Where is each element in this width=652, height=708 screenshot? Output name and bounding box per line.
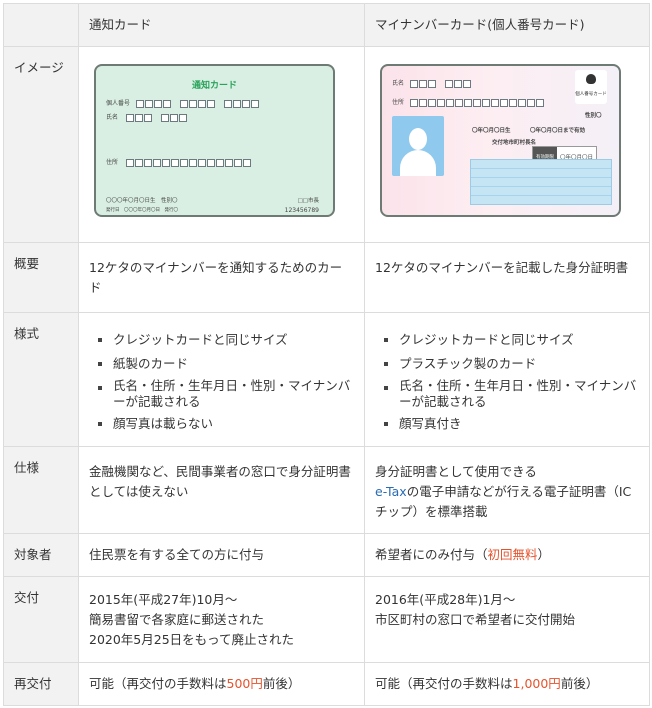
format-notice-list: クレジットカードと同じサイズ 紙製のカード 氏名・住所・生年月日・性別・マイナン… [89, 330, 354, 434]
card-signature-area [470, 159, 612, 205]
card-mascot-icon: 個人番号カード [575, 70, 607, 104]
reissue-notice-post: 前後） [262, 676, 301, 691]
target-notice: 住民票を有する全ての方に付与 [78, 533, 365, 577]
reissue-notice-pre: 可能（再交付の手数料は [89, 676, 227, 691]
spec-notice: 金融機関など、民間事業者の窓口で身分証明書としては使えない [78, 446, 365, 534]
my-name-row: 氏名 [392, 74, 472, 94]
issue-mynumber-line: 市区町村の窓口で希望者に交付開始 [375, 612, 576, 627]
reissue-notice: 可能（再交付の手数料は500円前後） [78, 662, 365, 706]
format-row: 様式 クレジットカードと同じサイズ 紙製のカード 氏名・住所・生年月日・性別・マ… [3, 312, 650, 447]
my-name-label: 氏名 [392, 80, 405, 87]
etax-link[interactable]: e-Tax [375, 484, 407, 499]
my-address-label: 住所 [392, 99, 405, 106]
card-badge: 個人番号カード [575, 92, 607, 97]
reissue-mynumber-post: 前後） [560, 676, 599, 691]
reissue-notice-fee: 500円 [226, 676, 263, 691]
free-note: 初回無料 [487, 547, 538, 562]
row-label-spec: 仕様 [3, 446, 79, 534]
spec-rest: の電子申請などが行える電子証明書（ICチップ）を標準搭載 [375, 484, 632, 519]
notice-card-title: 通知カード [191, 81, 237, 91]
issue-mynumber-line: 2016年(平成28年)1月～ [375, 592, 516, 607]
spec-row: 仕様 金融機関など、民間事業者の窓口で身分証明書としては使えない 身分証明書とし… [3, 446, 650, 534]
header-notice-card: 通知カード [78, 3, 365, 47]
row-label-reissue: 再交付 [3, 662, 79, 706]
row-label-issue: 交付 [3, 576, 79, 663]
list-item: 顔写真は載らない [97, 414, 354, 434]
issue-notice: 2015年(平成27年)10月～ 簡易書留で各家庭に郵送された 2020年5月2… [78, 576, 365, 663]
notice-card-image-cell: 通知カード 個人番号 氏名 住所 〇〇〇年〇月〇日生 性別〇 発行日 〇〇〇年〇… [78, 46, 365, 243]
address-label: 住所 [106, 159, 119, 166]
reissue-mynumber: 可能（再交付の手数料は1,000円前後） [364, 662, 650, 706]
list-item: 氏名・住所・生年月日・性別・マイナンバーが記載される [383, 378, 639, 410]
list-item: クレジットカードと同じサイズ [97, 330, 354, 350]
issue-notice-line: 2015年(平成27年)10月～ [89, 592, 238, 607]
spec-line1: 身分証明書として使用できる [375, 464, 537, 479]
list-item: プラスチック製のカード [383, 354, 639, 374]
overview-mynumber: 12ケタのマイナンバーを記載した身分証明書 [364, 242, 650, 313]
my-issuer: 交付地市町村長名 [492, 140, 537, 146]
my-expiry: 〇年〇月〇日まで有効 [530, 128, 586, 134]
row-label-image: イメージ [3, 46, 79, 243]
notice-address-row: 住所 [106, 153, 252, 173]
my-address-row: 住所 [392, 93, 545, 113]
row-label-overview: 概要 [3, 242, 79, 313]
target-pre: 希望者にのみ付与（ [375, 547, 488, 562]
notice-issue-line: 発行日 〇〇〇年〇月〇日 発行〇 [106, 208, 178, 213]
name-label: 氏名 [106, 114, 119, 121]
spec-line2: e-Taxの電子申請などが行える電子証明書（ICチップ）を標準搭載 [375, 482, 639, 522]
list-item: クレジットカードと同じサイズ [383, 330, 639, 350]
format-mynumber: クレジットカードと同じサイズ プラスチック製のカード 氏名・住所・生年月日・性別… [364, 312, 650, 447]
reissue-row: 再交付 可能（再交付の手数料は500円前後） 可能（再交付の手数料は1,000円… [3, 662, 650, 706]
list-item: 顔写真付き [383, 414, 639, 434]
image-row: イメージ 通知カード 個人番号 氏名 住所 〇〇〇年〇月〇日生 性別〇 発行日 … [3, 46, 650, 243]
comparison-table: 通知カード マイナンバーカード(個人番号カード) イメージ 通知カード 個人番号… [3, 3, 650, 706]
format-mynumber-list: クレジットカードと同じサイズ プラスチック製のカード 氏名・住所・生年月日・性別… [375, 330, 639, 434]
header-corner [3, 3, 79, 47]
notice-name-row: 氏名 [106, 108, 188, 128]
header-row: 通知カード マイナンバーカード(個人番号カード) [3, 3, 650, 47]
spec-mynumber: 身分証明書として使用できる e-Taxの電子申請などが行える電子証明書（ICチッ… [364, 446, 650, 534]
issue-row: 交付 2015年(平成27年)10月～ 簡易書留で各家庭に郵送された 2020年… [3, 576, 650, 663]
list-item: 紙製のカード [97, 354, 354, 374]
list-item: 氏名・住所・生年月日・性別・マイナンバーが記載される [97, 378, 354, 410]
row-label-format: 様式 [3, 312, 79, 447]
face-photo-icon [392, 116, 444, 176]
target-post: ） [537, 547, 551, 562]
issue-mynumber: 2016年(平成28年)1月～ 市区町村の窓口で希望者に交付開始 [364, 576, 650, 663]
issue-notice-line: 2020年5月25日をもって廃止された [89, 632, 295, 647]
reissue-mynumber-fee: 1,000円 [512, 676, 561, 691]
mynumber-card-image-cell: 氏名 住所 個人番号カード 性別〇 〇年〇月〇日生 〇年〇月〇日まで有効 交付地… [364, 46, 650, 243]
format-notice: クレジットカードと同じサイズ 紙製のカード 氏名・住所・生年月日・性別・マイナン… [78, 312, 365, 447]
target-mynumber: 希望者にのみ付与（初回無料） [364, 533, 650, 577]
header-mynumber-card: マイナンバーカード(個人番号カード) [364, 3, 650, 47]
row-label-target: 対象者 [3, 533, 79, 577]
target-row: 対象者 住民票を有する全ての方に付与 希望者にのみ付与（初回無料） [3, 533, 650, 577]
my-sex: 性別〇 [585, 113, 602, 119]
issue-notice-line: 簡易書留で各家庭に郵送された [89, 612, 265, 627]
notice-card-illustration: 通知カード 個人番号 氏名 住所 〇〇〇年〇月〇日生 性別〇 発行日 〇〇〇年〇… [94, 64, 335, 217]
overview-row: 概要 12ケタのマイナンバーを通知するためのカード 12ケタのマイナンバーを記載… [3, 242, 650, 313]
notice-number-sample: 123456789 [284, 207, 319, 214]
reissue-mynumber-pre: 可能（再交付の手数料は [375, 676, 513, 691]
mynumber-card-illustration: 氏名 住所 個人番号カード 性別〇 〇年〇月〇日生 〇年〇月〇日まで有効 交付地… [380, 64, 621, 217]
overview-notice: 12ケタのマイナンバーを通知するためのカード [78, 242, 365, 313]
